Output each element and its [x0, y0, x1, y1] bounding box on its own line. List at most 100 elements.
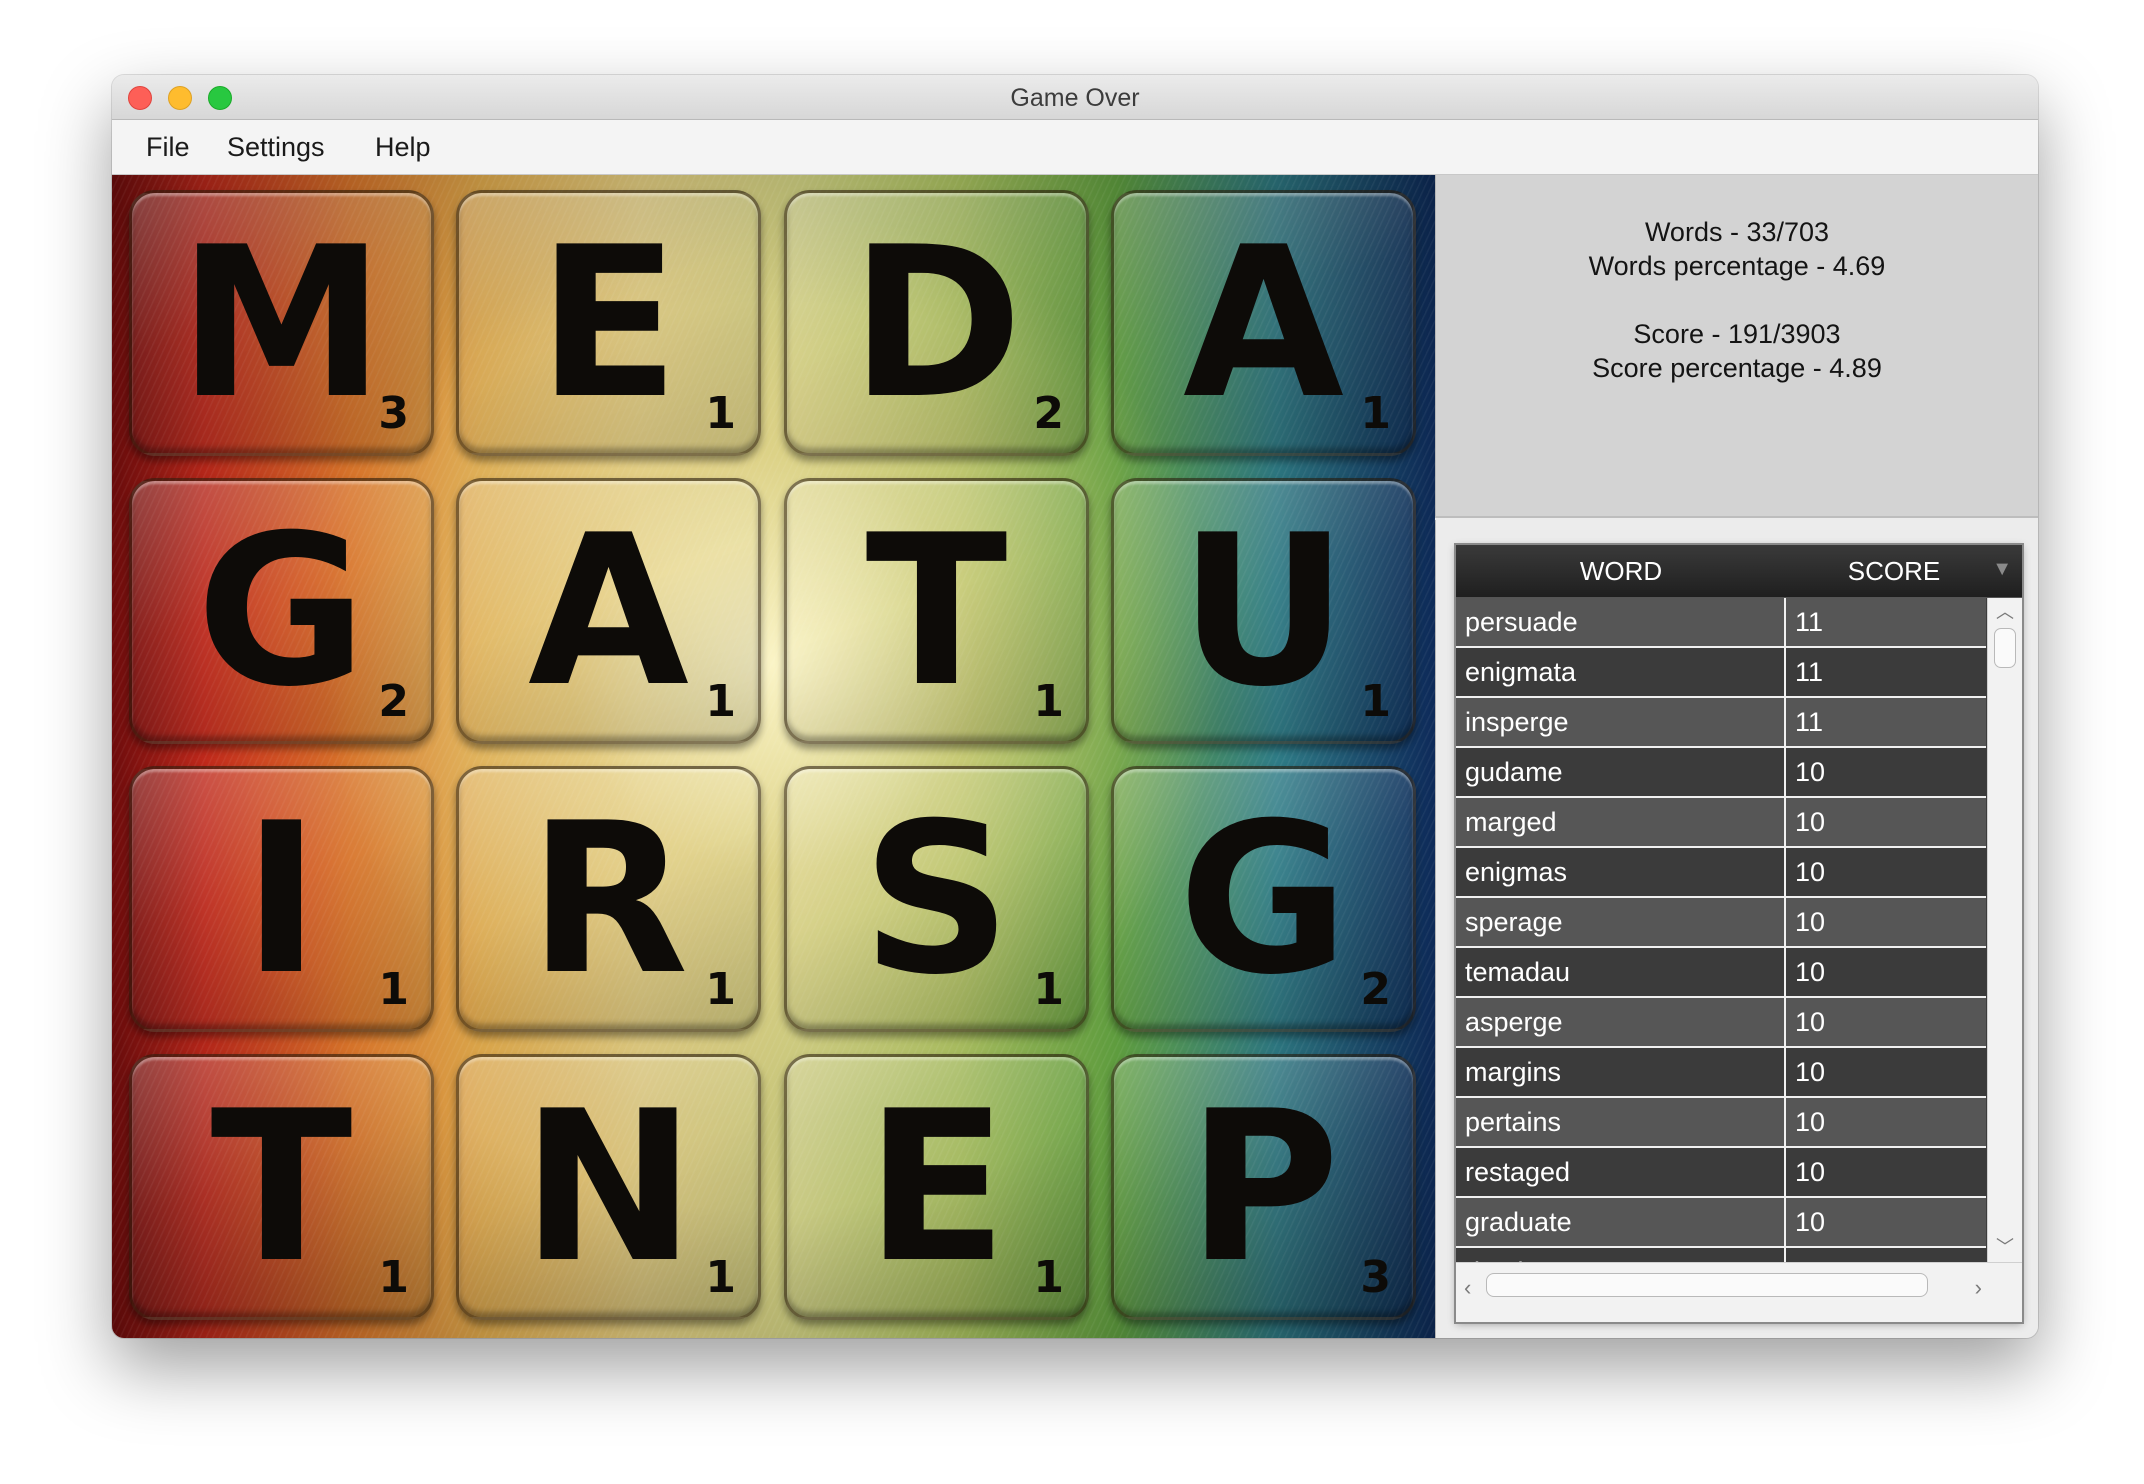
score-cell: 10 — [1795, 1057, 1826, 1087]
tile-value: 1 — [378, 964, 409, 1015]
tile-value: 2 — [378, 676, 409, 727]
word-cell: enigmas — [1456, 848, 1786, 896]
letter-tile[interactable]: D2 — [784, 190, 1089, 456]
menu-help[interactable]: Help — [375, 132, 431, 163]
table-row[interactable]: gudame 10 — [1456, 748, 1986, 798]
menu-file[interactable]: File — [146, 132, 190, 163]
score-stat: Score - 191/3903 — [1633, 319, 1841, 349]
word-cell: graduate — [1456, 1198, 1786, 1246]
word-cell: temadau — [1456, 948, 1786, 996]
table-row[interactable]: persuade 11 — [1456, 598, 1986, 648]
words-percentage-stat: Words percentage - 4.69 — [1588, 251, 1886, 281]
table-row[interactable]: graduate 10 — [1456, 1198, 1986, 1248]
letter-tile[interactable]: R1 — [456, 766, 761, 1032]
window-title: Game Over — [1010, 84, 1140, 112]
word-cell: marged — [1456, 798, 1786, 846]
score-cell: 10 — [1795, 807, 1826, 837]
score-cell: 10 — [1795, 907, 1826, 937]
tile-value: 1 — [378, 1252, 409, 1303]
tile-value: 1 — [1033, 676, 1064, 727]
word-cell: restaged — [1456, 1148, 1786, 1196]
tile-value: 1 — [1033, 1252, 1064, 1303]
score-cell: 10 — [1795, 1157, 1826, 1187]
tile-value: 2 — [1360, 964, 1391, 1015]
chevron-right-icon[interactable]: › — [1975, 1275, 1982, 1301]
letter-tile[interactable]: T1 — [784, 478, 1089, 744]
score-percentage-stat: Score percentage - 4.89 — [1592, 353, 1882, 383]
tile-value: 1 — [705, 1252, 736, 1303]
table-row[interactable]: restaged 10 — [1456, 1148, 1986, 1198]
score-cell: 10 — [1795, 1107, 1826, 1137]
table-row[interactable]: asperge 10 — [1456, 998, 1986, 1048]
table-header: WORD SCORE ▼ — [1456, 545, 2022, 598]
word-cell: enigmata — [1456, 648, 1786, 696]
stats-panel: Words - 33/703 Words percentage - 4.69 S… — [1435, 175, 2038, 518]
word-cell: asperge — [1456, 998, 1786, 1046]
score-cell: 10 — [1795, 1207, 1826, 1237]
column-header-word[interactable]: WORD — [1456, 545, 1786, 597]
score-cell: 10 — [1795, 1007, 1826, 1037]
word-table: WORD SCORE ▼ persuade 11 enigmata 11 insperg… — [1456, 545, 2022, 1322]
word-cell: sperage — [1456, 898, 1786, 946]
table-row[interactable]: sperage 10 — [1456, 898, 1986, 948]
table-row[interactable]: temadau 10 — [1456, 948, 1986, 998]
table-body: persuade 11 enigmata 11 insperge 11 gudame 10 ma… — [1456, 598, 1986, 1263]
tile-value: 1 — [1360, 676, 1391, 727]
letter-tile[interactable]: A1 — [1111, 190, 1416, 456]
word-cell: insperge — [1456, 698, 1786, 746]
table-row[interactable]: enigmas 10 — [1456, 848, 1986, 898]
letter-tile[interactable]: E1 — [456, 190, 761, 456]
letter-tile[interactable]: E1 — [784, 1054, 1089, 1320]
score-cell: 11 — [1795, 607, 1824, 637]
app-window: Game Over File Settings Help M3E1D2A1G2A… — [112, 75, 2038, 1338]
word-cell: detainers — [1456, 1248, 1786, 1263]
word-table-area: WORD SCORE ▼ persuade 11 enigmata 11 insperg… — [1435, 520, 2038, 1338]
chevron-left-icon[interactable]: ‹ — [1464, 1275, 1471, 1301]
letter-tile[interactable]: U1 — [1111, 478, 1416, 744]
tile-value: 3 — [378, 388, 409, 439]
tile-value: 1 — [1360, 388, 1391, 439]
chevron-up-icon[interactable]: ︿ — [1988, 598, 2022, 624]
score-cell: 10 — [1786, 1248, 1986, 1263]
word-cell: pertains — [1456, 1098, 1786, 1146]
chevron-down-icon[interactable]: ﹀ — [1988, 1233, 2022, 1259]
tile-value: 1 — [705, 388, 736, 439]
letter-tile[interactable]: I1 — [129, 766, 434, 1032]
score-cell: 10 — [1795, 857, 1826, 887]
tile-value: 1 — [705, 964, 736, 1015]
words-stat: Words - 33/703 — [1644, 217, 1830, 247]
letter-tile[interactable]: G2 — [1111, 766, 1416, 1032]
table-row[interactable]: detainers10 — [1456, 1248, 1986, 1263]
letter-tile[interactable]: T1 — [129, 1054, 434, 1320]
vertical-scrollbar[interactable]: ︿ ﹀ — [1987, 598, 2022, 1263]
table-row[interactable]: marged 10 — [1456, 798, 1986, 848]
title-bar[interactable]: Game Over — [112, 75, 2038, 120]
table-row[interactable]: margins 10 — [1456, 1048, 1986, 1098]
sort-menu-icon[interactable]: ▼ — [1992, 558, 2012, 581]
letter-tile[interactable]: S1 — [784, 766, 1089, 1032]
vertical-scroll-thumb[interactable] — [1994, 628, 2016, 668]
letter-board: M3E1D2A1G2A1T1U1I1R1S1G2T1N1E1P3 — [112, 175, 1435, 1338]
tile-value: 1 — [705, 676, 736, 727]
word-cell: persuade — [1456, 598, 1786, 646]
table-row[interactable]: insperge 11 — [1456, 698, 1986, 748]
menu-bar: File Settings Help — [112, 120, 2038, 175]
score-cell: 10 — [1795, 957, 1826, 987]
table-row[interactable]: pertains 10 — [1456, 1098, 1986, 1148]
letter-tile[interactable]: A1 — [456, 478, 761, 744]
score-cell: 10 — [1795, 757, 1826, 787]
tile-value: 3 — [1360, 1252, 1391, 1303]
horizontal-scroll-thumb[interactable] — [1486, 1273, 1928, 1297]
column-header-score[interactable]: SCORE — [1786, 545, 2002, 597]
tile-value: 1 — [1033, 964, 1064, 1015]
table-row[interactable]: enigmata 11 — [1456, 648, 1986, 698]
letter-tile[interactable]: N1 — [456, 1054, 761, 1320]
word-cell: gudame — [1456, 748, 1786, 796]
word-cell: margins — [1456, 1048, 1786, 1096]
letter-tile[interactable]: G2 — [129, 478, 434, 744]
letter-tile[interactable]: M3 — [129, 190, 434, 456]
letter-tile[interactable]: P3 — [1111, 1054, 1416, 1320]
menu-settings[interactable]: Settings — [227, 132, 325, 163]
score-cell: 11 — [1795, 657, 1824, 687]
horizontal-scrollbar[interactable]: ‹ › — [1456, 1262, 2022, 1322]
